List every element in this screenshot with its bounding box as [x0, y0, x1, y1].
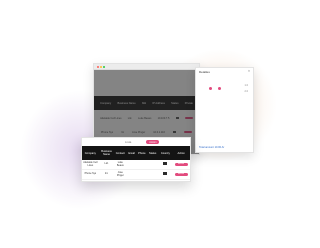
contact-cell: Luke Beaus — [116, 160, 124, 167]
company-cell: Phone Sys — [84, 172, 97, 176]
maximize-window-icon[interactable] — [103, 66, 105, 68]
side-panel-value: 2.0 — [244, 90, 248, 93]
contact-cell: Jose Pinger — [116, 170, 124, 177]
column-header: Business Name — [101, 150, 112, 156]
column-header: Company — [84, 151, 96, 155]
column-header: Contact — [115, 151, 125, 155]
table-header: Company Business Name Contact Email Phon… — [82, 146, 190, 160]
table-row[interactable]: Phone Sys Int. Jose Pinger Accion — [82, 170, 190, 180]
dialog-toolbar: Lista Accion — [82, 138, 190, 146]
front-dialog: Lista Accion Company Business Name Conta… — [81, 137, 191, 182]
table-row[interactable]: Adelaide Cell Lines Ltd. Luke Beaus Acci… — [82, 160, 190, 170]
business-cell: Int. — [104, 172, 109, 176]
column-header: Country — [160, 151, 170, 155]
tab-list[interactable]: Lista — [125, 140, 131, 144]
row-action-button[interactable]: Accion — [174, 162, 188, 167]
close-window-icon[interactable] — [97, 66, 99, 68]
business-cell: Ltd. — [104, 162, 109, 166]
side-panel-title: Detalles — [199, 70, 210, 74]
side-panel-value: 1.0 — [244, 84, 248, 87]
company-cell: Adelaide Cell Lines — [83, 160, 98, 167]
status-dot-icon — [218, 87, 221, 90]
column-header: Action — [177, 151, 185, 155]
primary-action-button[interactable]: Accion — [146, 140, 160, 144]
column-header: Status — [148, 151, 157, 155]
flag-icon — [163, 162, 168, 165]
minimize-window-icon[interactable] — [100, 66, 102, 68]
status-dot-icon — [209, 87, 212, 90]
side-panel: Detalles × 1.0 2.0 Total amount 10.00 Ar — [195, 67, 254, 153]
row-action-button[interactable]: Accion — [174, 172, 188, 177]
column-header: Phone — [138, 151, 146, 155]
close-icon[interactable]: × — [248, 69, 250, 73]
flag-icon — [163, 172, 168, 175]
column-header: Email — [128, 151, 135, 155]
side-panel-total: Total amount 10.00 Ar — [199, 146, 225, 149]
